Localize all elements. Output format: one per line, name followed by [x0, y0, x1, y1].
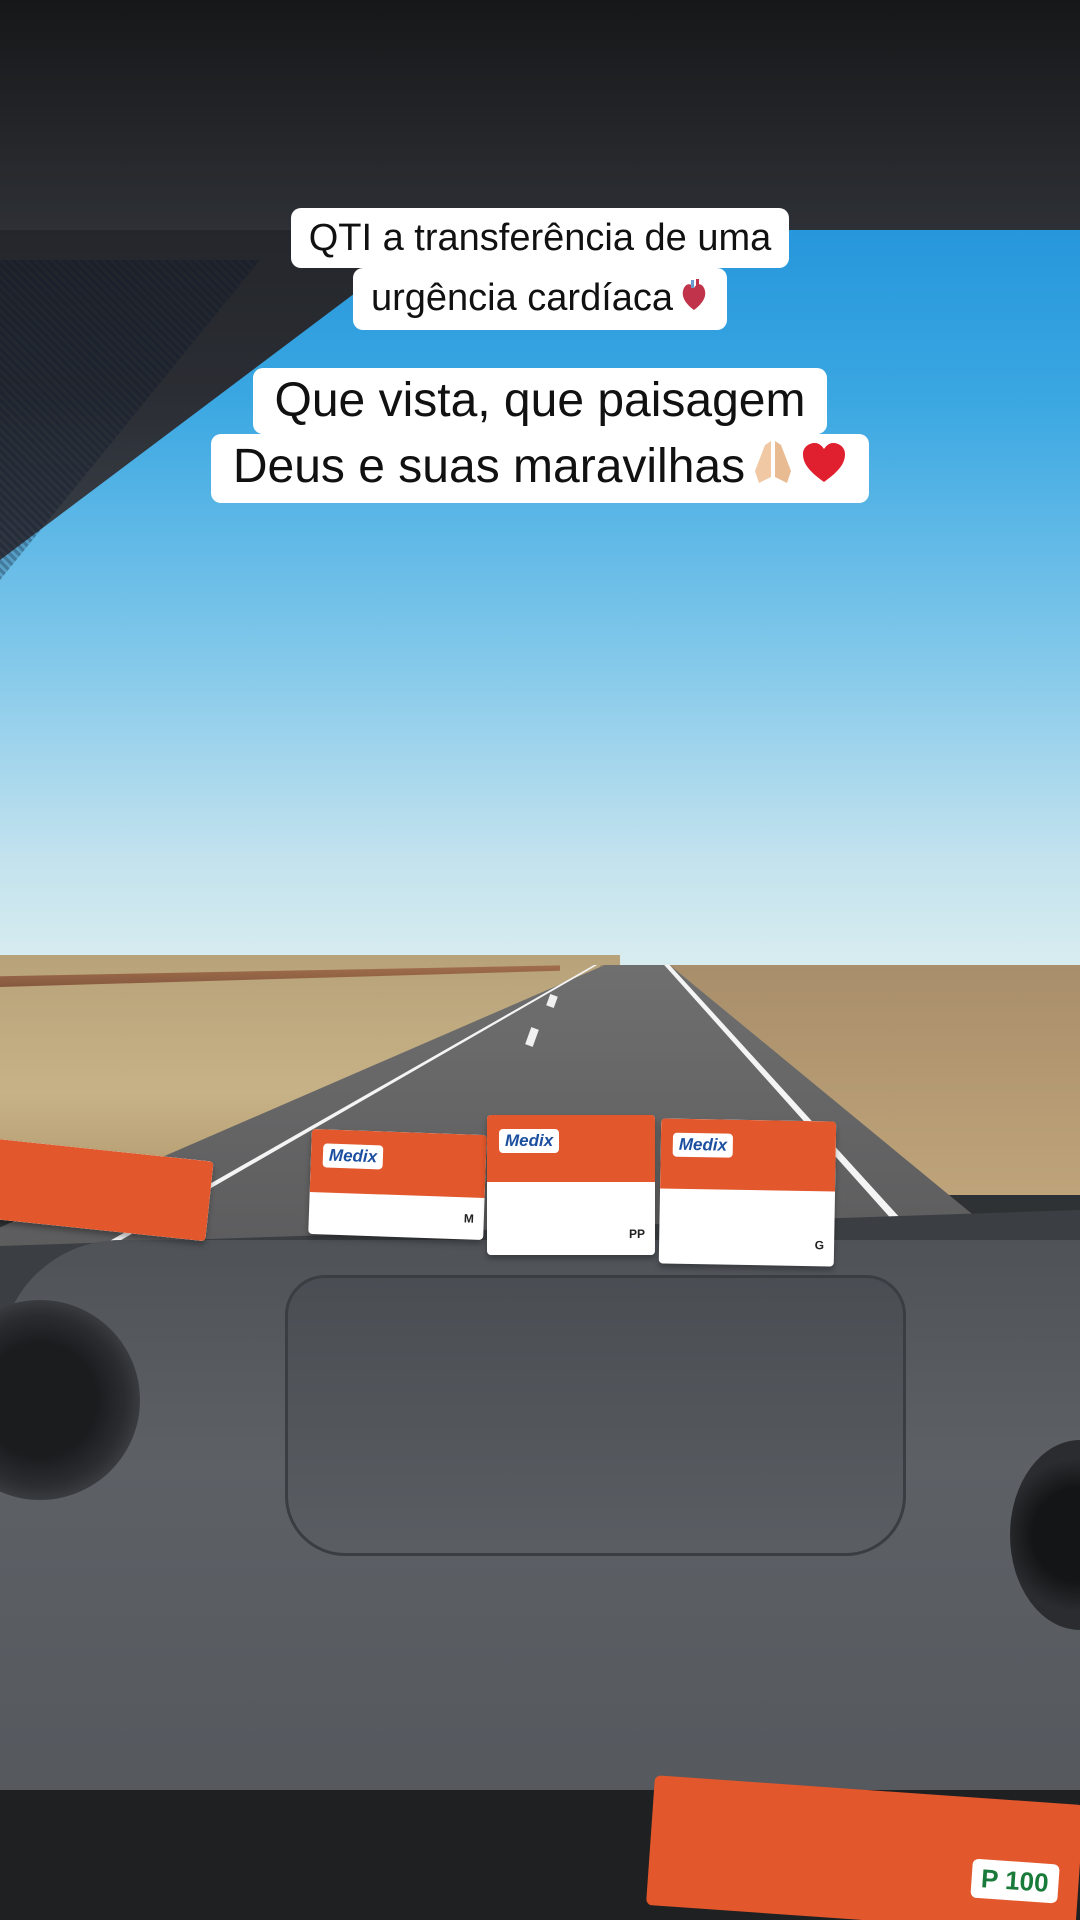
glove-box-m: Medix M — [308, 1128, 487, 1241]
caption-main-line2: Deus e suas maravilhas — [232, 440, 746, 493]
box-brand: Medix — [499, 1129, 560, 1153]
caption-top-line2-wrap: urgência cardíaca — [352, 268, 728, 330]
caption-top: QTI a transferência de uma urgência card… — [0, 208, 1080, 330]
caption-main: Que vista, que paisagem Deus e suas mara… — [0, 368, 1080, 504]
caption-top-line1: QTI a transferência de uma — [290, 208, 790, 268]
box-brand: Medix — [322, 1143, 384, 1170]
box-size: M — [463, 1211, 475, 1226]
box-size: G — [814, 1238, 825, 1253]
red-heart-icon — [801, 438, 847, 500]
anatomical-heart-icon — [679, 274, 709, 326]
caption-top-line2: urgência cardíaca — [370, 277, 674, 319]
caption-main-line1: Que vista, que paisagem — [252, 368, 828, 434]
caption-main-line2-wrap: Deus e suas maravilhas — [210, 434, 870, 504]
praying-hands-icon — [751, 437, 795, 501]
glovebox-panel — [285, 1275, 906, 1556]
box-brand: Medix — [672, 1132, 734, 1158]
car-roof — [0, 0, 1080, 230]
box-size-label: P 100 — [969, 1858, 1060, 1904]
glove-box-pp: Medix PP — [487, 1115, 655, 1255]
glove-box-g: Medix G — [658, 1118, 837, 1267]
box-size: PP — [628, 1227, 645, 1241]
